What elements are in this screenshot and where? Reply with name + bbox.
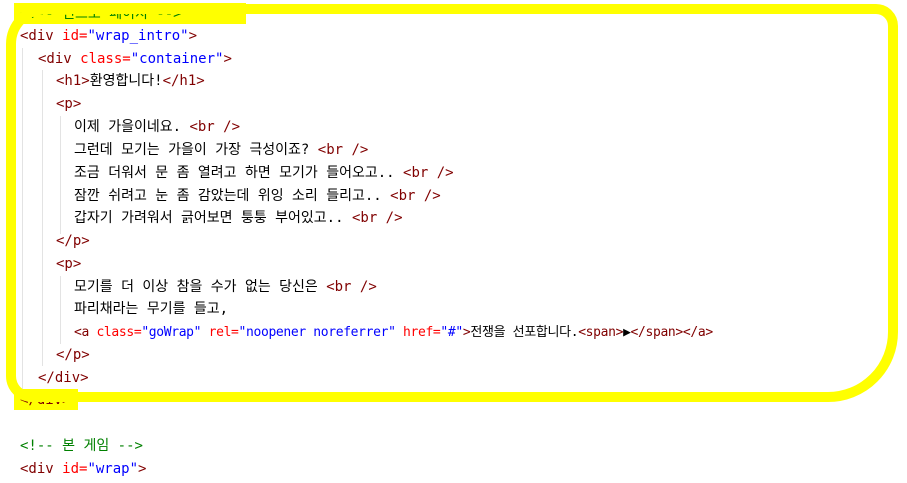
tag-token: <div (20, 461, 54, 477)
code-line: </div> (38, 367, 89, 390)
code-line: <div id="wrap"> (20, 458, 146, 481)
tag-token: </h1> (162, 73, 205, 89)
tag-token: <span> (578, 325, 624, 340)
string-token: "noopener noreferrer" (238, 325, 396, 340)
tag-token: <br /> (189, 119, 241, 135)
indent-guide (60, 276, 61, 344)
tag-token: <p> (56, 256, 82, 272)
string-token: "container" (130, 51, 224, 67)
game-comment: <!-- 본 게임 --> (20, 438, 143, 454)
code-line: <a class="goWrap" rel="noopener noreferr… (74, 321, 713, 344)
attribute-token: class= (88, 325, 142, 340)
tag-token: </div> (20, 392, 71, 408)
tag-token: </span> (630, 325, 684, 340)
indent-guide (22, 48, 23, 390)
intro-comment: <!-- 인트로 페이지 --> (20, 6, 182, 22)
code-line: 이제 가을이네요. <br /> (74, 116, 240, 139)
tag-token: <a (74, 325, 89, 340)
code-line: </p> (56, 230, 90, 253)
play-arrow-icon: ▶ (623, 325, 631, 340)
string-token: "goWrap" (141, 325, 202, 340)
tag-token: <br /> (326, 279, 377, 295)
tag-token: > (138, 461, 147, 477)
code-line: 모기를 더 이상 참을 수가 없는 당신은 <br /> (74, 276, 377, 299)
attribute-token: href= (395, 325, 441, 340)
tag-token: > (188, 28, 198, 44)
code-line: <div class="container"> (38, 48, 232, 71)
paragraph-text: 조금 더워서 문 좀 열려고 하면 모기가 들어오고.. (74, 165, 404, 181)
code-line: <!-- 인트로 페이지 --> (20, 3, 182, 26)
tag-token: <br /> (317, 142, 369, 158)
code-line: 갑자기 가려워서 긁어보면 퉁퉁 부어있고.. <br /> (74, 207, 403, 230)
tag-token: </div> (38, 370, 89, 386)
code-line: </p> (56, 344, 90, 367)
code-line: <h1>환영합니다!</h1> (56, 70, 205, 93)
attribute-token: rel= (201, 325, 239, 340)
code-line: <p> (56, 253, 81, 276)
indent-guide (60, 116, 61, 234)
paragraph-text: 모기를 더 이상 참을 수가 없는 당신은 (74, 279, 327, 295)
attribute-token: id= (53, 461, 88, 477)
code-line: </div> (20, 389, 71, 412)
code-line: 그런데 모기는 가을이 가장 극성이죠? <br /> (74, 139, 368, 162)
heading-text: 환영합니다! (89, 73, 163, 89)
code-line: <p> (56, 93, 81, 116)
string-token: "wrap_intro" (87, 28, 189, 44)
tag-token: <div (20, 28, 54, 44)
code-line: 조금 더워서 문 좀 열려고 하면 모기가 들어오고.. <br /> (74, 162, 454, 185)
string-token: "#" (440, 325, 463, 340)
paragraph-text: 갑자기 가려워서 긁어보면 퉁퉁 부어있고.. (74, 210, 352, 226)
code-editor[interactable]: <!-- 인트로 페이지 --> <div id="wrap_intro"> <… (0, 0, 907, 483)
tag-token: <div (38, 51, 72, 67)
tag-token: <p> (56, 96, 82, 112)
paragraph-text: 이제 가을이네요. (74, 119, 190, 135)
code-line: <!-- 본 게임 --> (20, 435, 143, 458)
code-line: 잠깐 쉬려고 눈 좀 감았는데 위잉 소리 들리고.. <br /> (74, 185, 441, 208)
tag-token: <h1> (56, 73, 90, 89)
attribute-token: id= (53, 28, 88, 44)
tag-token: </p> (56, 233, 90, 249)
attribute-token: class= (71, 51, 131, 67)
tag-token: </a> (682, 325, 713, 340)
tag-token: > (223, 51, 232, 67)
paragraph-text: 잠깐 쉬려고 눈 좀 감았는데 위잉 소리 들리고.. (74, 188, 391, 204)
paragraph-text: 그런데 모기는 가을이 가장 극성이죠? (74, 142, 318, 158)
paragraph-text: 파리채라는 무기를 들고, (74, 301, 229, 317)
indent-guide (42, 70, 43, 366)
code-line: <div id="wrap_intro"> (20, 25, 197, 48)
code-line: 파리채라는 무기를 들고, (74, 298, 228, 321)
link-text: 전쟁을 선포합니다. (470, 325, 579, 340)
tag-token: <br /> (403, 165, 454, 181)
string-token: "wrap" (87, 461, 139, 477)
tag-token: </p> (56, 347, 90, 363)
tag-token: <br /> (390, 188, 441, 204)
tag-token: <br /> (351, 210, 403, 226)
